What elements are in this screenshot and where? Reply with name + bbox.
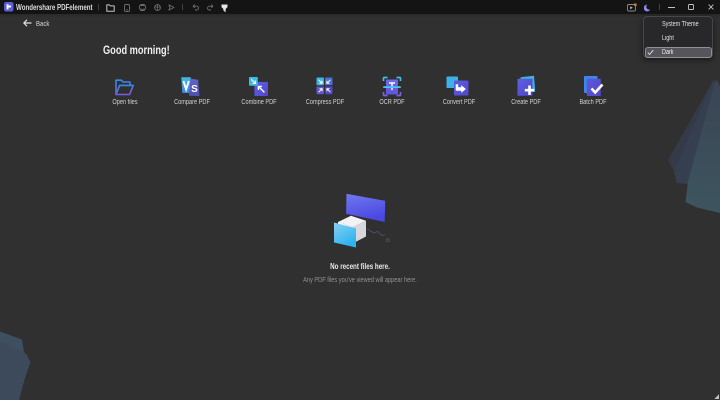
svg-text:S: S	[191, 84, 198, 95]
